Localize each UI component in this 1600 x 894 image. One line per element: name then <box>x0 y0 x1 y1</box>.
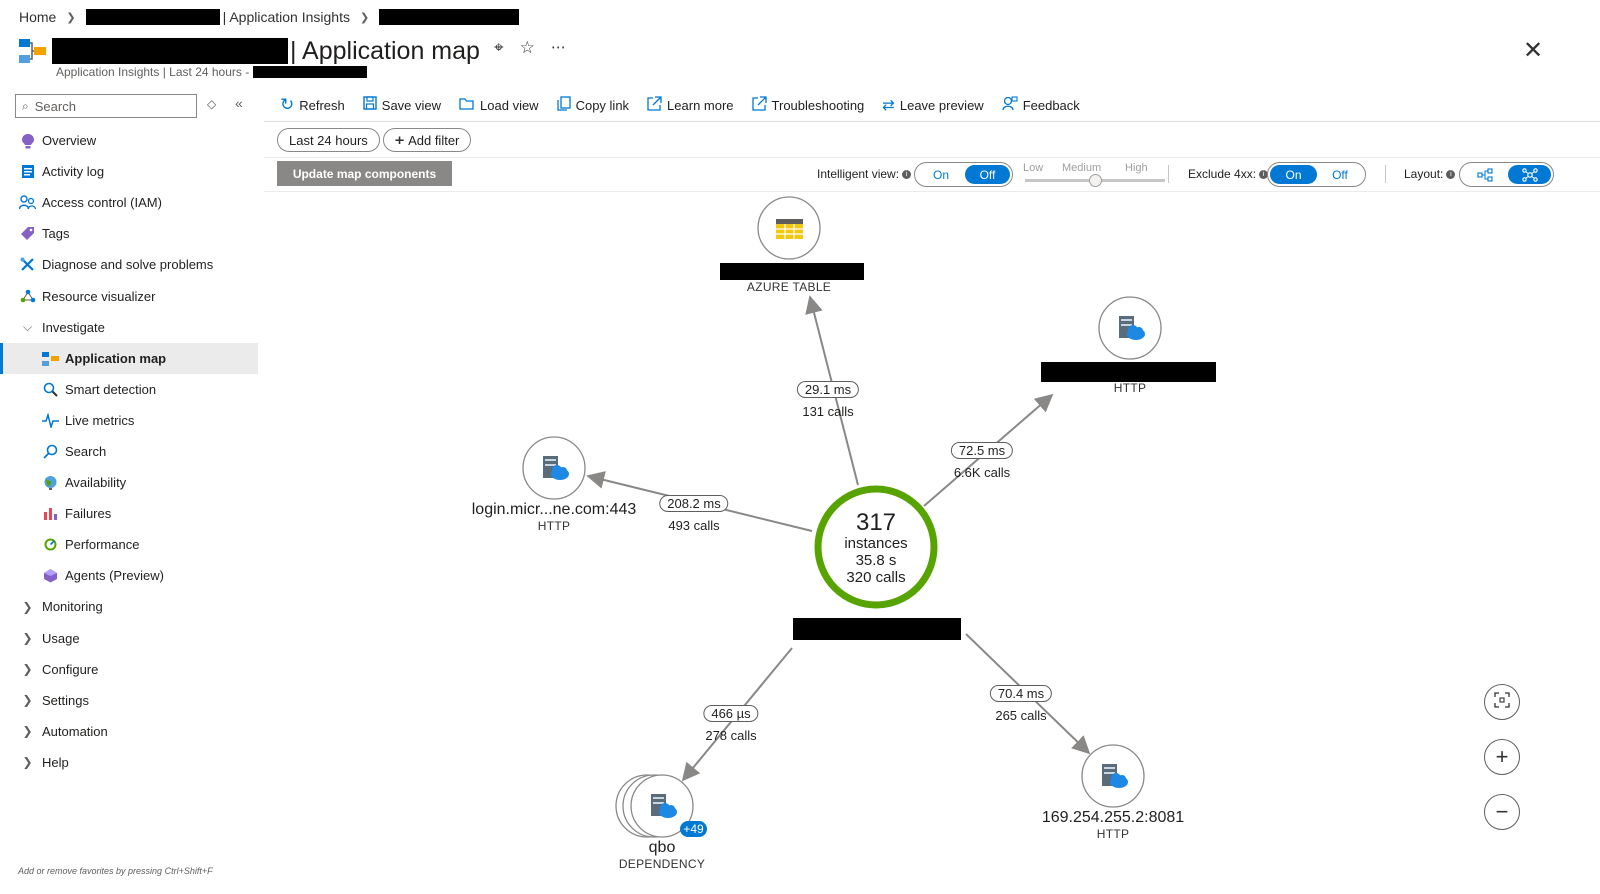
center-instance-label: instances <box>844 535 908 552</box>
redacted-http-top-name <box>1041 362 1216 382</box>
node-name: qbo <box>648 839 676 856</box>
edge-duration: 29.1 ms <box>796 381 860 398</box>
qbo-label: qbo DEPENDENCY <box>619 839 705 871</box>
center-calls: 320 calls <box>846 569 906 586</box>
edge-calls: 493 calls <box>668 518 720 533</box>
qbo-badge-text: +49 <box>683 822 704 836</box>
edge-label-ip[interactable]: 70.4 ms 265 calls <box>989 685 1053 723</box>
node-type: HTTP <box>1113 381 1147 395</box>
edge-calls: 131 calls <box>802 404 854 419</box>
edge-duration: 72.5 ms <box>950 442 1014 459</box>
zoom-to-fit-button[interactable] <box>1484 684 1520 720</box>
minus-icon: − <box>1495 799 1509 824</box>
edge-duration: 208.2 ms <box>659 495 729 512</box>
edge-label-azure-table[interactable]: 29.1 ms 131 calls <box>796 381 860 419</box>
azure-table-label: AZURE TABLE <box>747 280 831 294</box>
http-top-label: HTTP <box>1114 381 1147 395</box>
node-type: HTTP <box>537 519 571 533</box>
zoom-in-button[interactable]: + <box>1484 739 1520 775</box>
edge-label-login[interactable]: 208.2 ms 493 calls <box>659 495 729 533</box>
table-icon <box>776 219 803 239</box>
node-type: AZURE TABLE <box>746 280 832 294</box>
node-type: HTTP <box>1096 827 1130 841</box>
edge-label-qbo[interactable]: 466 µs 278 calls <box>703 705 759 743</box>
zoom-out-button[interactable]: − <box>1484 794 1520 830</box>
node-name: login.micr...ne.com:443 <box>471 501 637 518</box>
center-duration: 35.8 s <box>855 552 897 569</box>
center-instance-count: 317 <box>855 509 897 536</box>
redacted-azure-table-name <box>720 263 864 280</box>
edge-calls: 6.6K calls <box>953 465 1011 480</box>
login-label: login.micr...ne.com:443 HTTP <box>472 501 637 533</box>
edge-calls: 278 calls <box>705 728 757 743</box>
edge-calls: 265 calls <box>995 708 1047 723</box>
application-map-canvas[interactable]: +49 <box>0 0 1600 894</box>
edge-duration: 70.4 ms <box>989 685 1053 702</box>
edge-label-http-top[interactable]: 72.5 ms 6.6K calls <box>950 442 1014 480</box>
edge-duration: 466 µs <box>703 705 759 722</box>
redacted-center-node-name <box>793 618 961 640</box>
center-node-stats: 317 instances 35.8 s 320 calls <box>844 509 908 587</box>
node-type: DEPENDENCY <box>618 857 706 871</box>
node-name: 169.254.255.2:8081 <box>1041 809 1185 826</box>
plus-icon: + <box>1495 744 1509 769</box>
ip-label: 169.254.255.2:8081 HTTP <box>1042 809 1184 841</box>
fit-to-screen-icon <box>1494 691 1510 713</box>
